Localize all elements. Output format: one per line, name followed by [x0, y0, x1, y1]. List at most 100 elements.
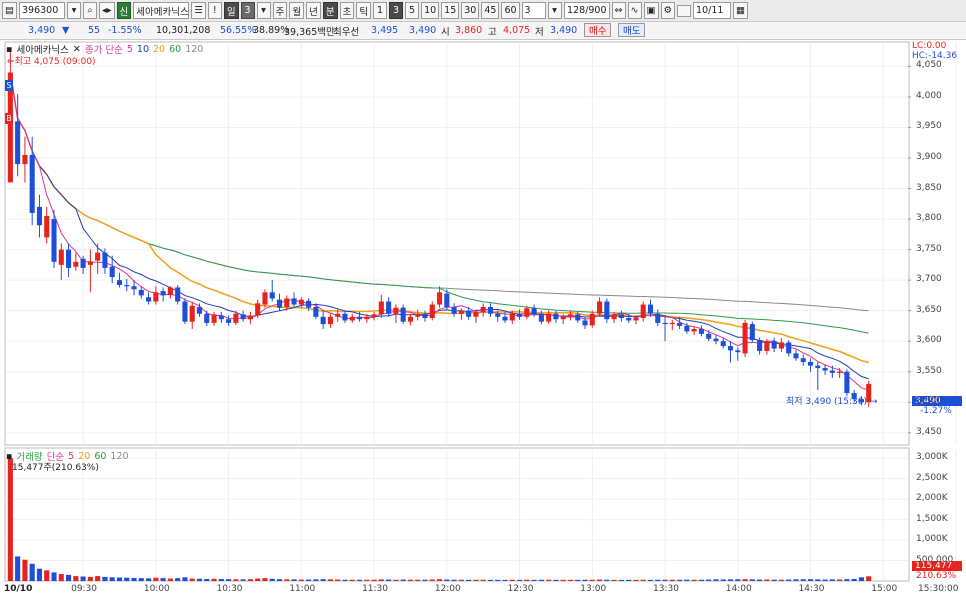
- period-minute-button[interactable]: 분: [322, 2, 338, 19]
- candle-body: [342, 313, 348, 321]
- buy-signal-marker: B: [5, 113, 13, 124]
- candle-body: [386, 301, 392, 314]
- save-icon[interactable]: ▣: [643, 2, 659, 19]
- volume-bar: [284, 579, 290, 581]
- volume-bar: [487, 579, 494, 581]
- count-field[interactable]: 128/900: [563, 2, 610, 19]
- volume-bar: [306, 579, 312, 581]
- volume-bar: [204, 578, 210, 581]
- candle-body: [233, 313, 239, 323]
- candle-body: [720, 341, 726, 347]
- ma-120-label: 120: [185, 43, 204, 55]
- volume-bar: [851, 578, 857, 581]
- candle-body: [291, 298, 297, 305]
- volume-bar: [713, 579, 719, 581]
- ma-10-label: 10: [136, 43, 149, 55]
- volume-tick-label: 2,000K: [916, 493, 948, 504]
- price-tick-label: 3,650: [916, 304, 942, 315]
- volume-bar: [618, 579, 624, 581]
- volume-bar: [175, 578, 181, 581]
- period-day-button[interactable]: 일: [223, 2, 239, 19]
- interval-5-button[interactable]: 5: [405, 2, 420, 19]
- trade-amount: 39,365백만: [284, 26, 335, 38]
- period-week-button[interactable]: 주: [272, 2, 288, 19]
- interval-3-button[interactable]: 3: [389, 2, 404, 19]
- candle-body: [15, 121, 21, 165]
- candle-body: [582, 320, 588, 326]
- candle-body: [786, 342, 792, 354]
- candle-body: [669, 322, 675, 325]
- time-tick-label: 13:30: [653, 584, 679, 594]
- candle-body: [662, 322, 668, 325]
- crosshair-icon[interactable]: ⇔: [611, 2, 626, 19]
- count-value: 128: [567, 5, 586, 16]
- interval-tick-button[interactable]: 틱: [356, 2, 372, 19]
- candle-body: [240, 314, 246, 320]
- interval-45-button[interactable]: 45: [481, 2, 500, 19]
- prev-next-icon[interactable]: ◂▸: [98, 2, 115, 19]
- window-menu-icon[interactable]: ▤: [2, 2, 17, 19]
- candle-body: [87, 261, 93, 265]
- trend-tool-icon[interactable]: ∿: [627, 2, 642, 19]
- interval-input[interactable]: 3: [521, 2, 546, 19]
- sell-signal-marker: S: [5, 80, 13, 91]
- period-month-button[interactable]: 월: [289, 2, 305, 19]
- volume-bar: [124, 577, 130, 581]
- interval-1-button[interactable]: 1: [373, 2, 388, 19]
- volume-bar: [560, 579, 566, 581]
- calendar-icon[interactable]: ▦: [733, 2, 749, 19]
- candlestick-chart[interactable]: [0, 40, 966, 599]
- interval-60-button[interactable]: 60: [501, 2, 520, 19]
- stock-code-input[interactable]: 396300: [18, 2, 65, 19]
- period-day-count[interactable]: 3: [240, 2, 255, 19]
- sell-button[interactable]: 매도: [618, 23, 646, 37]
- interval-30-button[interactable]: 30: [461, 2, 480, 19]
- volume-bar: [22, 559, 28, 581]
- candle-body: [524, 308, 530, 317]
- candle-body: [633, 317, 639, 321]
- volume-bar: [109, 577, 115, 581]
- volume-bar: [160, 578, 166, 581]
- period-dropdown-icon[interactable]: ▾: [256, 2, 271, 19]
- settings-icon[interactable]: ⚙: [660, 2, 676, 19]
- candle-body: [597, 301, 603, 314]
- code-dropdown-icon[interactable]: ▾: [66, 2, 81, 19]
- volume-bar: [640, 579, 646, 581]
- interval-second-button[interactable]: 초: [339, 2, 355, 19]
- candle-body: [546, 313, 552, 322]
- volume-bar: [153, 577, 159, 581]
- chart-area[interactable]: ▪ 세아메카닉스 ✕ 종가 단순 5 10 20 60 120 ⇐최고 4,07…: [0, 40, 966, 599]
- candle-body: [116, 280, 123, 286]
- volume-bar: [626, 579, 632, 581]
- time-tick-label: 09:30: [71, 584, 98, 594]
- candle-body: [226, 319, 232, 323]
- volume-bar: [706, 579, 712, 581]
- interval-dropdown-icon[interactable]: ▾: [547, 2, 562, 19]
- date-checkbox[interactable]: [677, 4, 692, 17]
- alert-button[interactable]: !: [207, 2, 222, 19]
- candle-body: [749, 324, 755, 340]
- interval-10-button[interactable]: 10: [421, 2, 440, 19]
- buy-button[interactable]: 매수: [584, 23, 612, 37]
- candle-body: [211, 314, 217, 323]
- candle-body: [589, 313, 595, 326]
- candle-body: [575, 314, 581, 321]
- candle-body: [422, 314, 428, 318]
- period-year-button[interactable]: 년: [306, 2, 321, 19]
- candle-body: [306, 300, 312, 308]
- candle-body: [182, 301, 188, 322]
- panel-close-icon[interactable]: ✕: [73, 44, 81, 55]
- menu-icon[interactable]: ☰: [191, 2, 206, 19]
- search-icon[interactable]: ⌕: [82, 2, 97, 19]
- interval-15-button[interactable]: 15: [441, 2, 460, 19]
- volume-bar: [575, 579, 581, 581]
- date-input[interactable]: 10/11: [693, 2, 732, 19]
- volume-bar: [146, 578, 152, 581]
- candle-body: [138, 289, 144, 296]
- volume-bar: [226, 579, 232, 581]
- low-note-arrow-icon: →: [867, 397, 878, 407]
- panel-collapse-icon[interactable]: ▪: [6, 44, 12, 55]
- candle-body: [517, 313, 523, 317]
- volume-bar: [815, 579, 821, 581]
- open-price: 3,860: [455, 25, 483, 36]
